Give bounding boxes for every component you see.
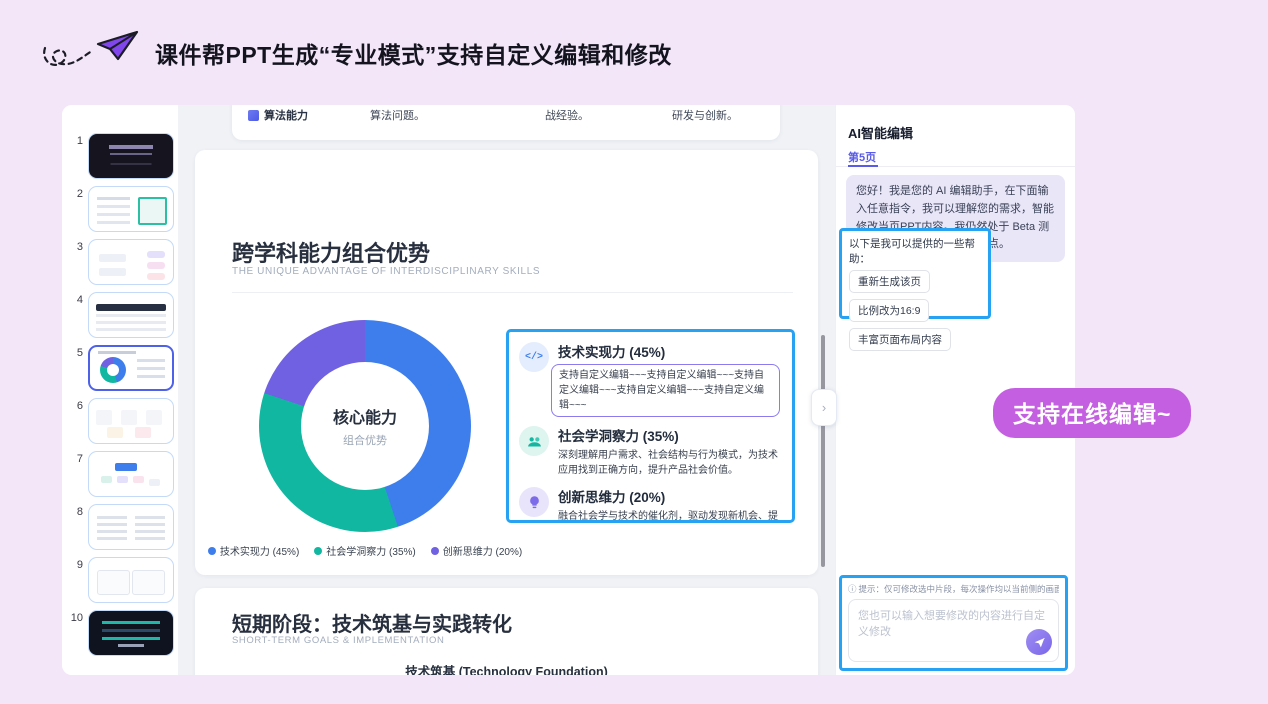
legend-dot	[314, 547, 322, 555]
compose-highlight-box: ⓘ提示：仅可修改选中片段，每次操作均以当前侧的画面为基础。	[839, 575, 1068, 671]
donut-chart: 核心能力 组合优势	[259, 320, 471, 532]
algorithm-icon	[248, 110, 259, 121]
slide-number: 6	[70, 398, 83, 444]
legend-dot	[208, 547, 216, 555]
slide-title: 短期阶段：技术筑基与实践转化	[232, 608, 512, 637]
brand-paper-plane-logo-icon	[38, 22, 148, 80]
code-icon: </>	[519, 342, 549, 372]
slide-thumb-preview[interactable]	[88, 451, 174, 497]
slide-thumbnail-2[interactable]: 2	[70, 186, 178, 232]
slide-thumb-preview[interactable]	[88, 186, 174, 232]
slide-canvas: 算法能力 算法问题。 战经验。 研发与创新。 跨学科能力组合优势 THE UNI…	[178, 105, 835, 675]
slide-thumbnail-10[interactable]: 10	[70, 610, 178, 656]
slide-thumbnail-5-selected[interactable]: 5	[70, 345, 178, 391]
capability-item-innovation: 创新思维力 (20%) 融合社会学与技术的催化剂，驱动发现新机会、提出颠覆性解决…	[519, 486, 780, 523]
edit-hint: ⓘ提示：仅可修改选中片段，每次操作均以当前侧的画面为基础。	[848, 583, 1059, 595]
row-cell: 研发与创新。	[672, 107, 738, 123]
slide-thumbnail-6[interactable]: 6	[70, 398, 178, 444]
slide-6-content: 短期阶段：技术筑基与实践转化 SHORT-TERM GOALS & IMPLEM…	[195, 588, 818, 675]
section-heading: 技术筑基 (Technology Foundation)	[195, 661, 818, 675]
slide-thumb-preview[interactable]	[88, 398, 174, 444]
slide-thumb-preview[interactable]	[88, 610, 174, 656]
donut-center-title: 核心能力	[333, 404, 397, 428]
ai-panel-title: AI智能编辑	[848, 123, 913, 142]
slide-thumbnail-3[interactable]: 3	[70, 239, 178, 285]
capability-item-sociology: 社会学洞察力 (35%) 深刻理解用户需求、社会结构与行为模式，为技术应用找到正…	[519, 425, 780, 478]
slide-thumbnail-1[interactable]: 1	[70, 133, 178, 179]
slide-thumbnail-9[interactable]: 9	[70, 557, 178, 603]
slide-number: 8	[70, 504, 83, 550]
row-label: 算法能力	[264, 107, 308, 123]
chart-legend: 技术实现力 (45%) 社会学洞察力 (35%) 创新思维力 (20%)	[209, 543, 521, 558]
instruction-input-wrap	[848, 599, 1059, 662]
legend-item: 技术实现力 (45%)	[208, 543, 299, 558]
row-cell: 战经验。	[545, 107, 589, 123]
capability-list-highlight-box: </> 技术实现力 (45%) 支持自定义编辑~~~支持自定义编辑~~~支持自定…	[506, 329, 795, 523]
online-edit-badge: 支持在线编辑~	[993, 388, 1191, 438]
row-cell: 算法问题。	[370, 107, 425, 123]
slide-number: 9	[70, 557, 83, 603]
slide-thumb-preview[interactable]	[88, 504, 174, 550]
help-option-enrich-layout-button[interactable]: 丰富页面布局内容	[849, 328, 951, 351]
slide-number: 3	[70, 239, 83, 285]
tab-page-5[interactable]: 第5页	[848, 149, 876, 165]
slide-thumbnail-4[interactable]: 4	[70, 292, 178, 338]
donut-center-sub: 组合优势	[343, 432, 387, 448]
legend-label: 技术实现力 (45%)	[220, 543, 299, 558]
capability-desc: 融合社会学与技术的催化剂，驱动发现新机会、提出颠覆性解决方案，形成独特竞争力。	[558, 509, 780, 523]
slide-number: 10	[70, 610, 83, 656]
help-option-regenerate-button[interactable]: 重新生成该页	[849, 270, 930, 293]
send-button[interactable]	[1026, 629, 1052, 655]
slide-number: 7	[70, 451, 83, 497]
paper-plane-icon	[1033, 636, 1046, 649]
slide-subtitle: SHORT-TERM GOALS & IMPLEMENTATION	[232, 635, 444, 646]
slide-thumbnail-8[interactable]: 8	[70, 504, 178, 550]
slide-subtitle: THE UNIQUE ADVANTAGE OF INTERDISCIPLINAR…	[232, 266, 540, 277]
capability-desc: 深刻理解用户需求、社会结构与行为模式，为技术应用找到正确方向，提升产品社会价值。	[558, 448, 780, 478]
slide-title: 跨学科能力组合优势	[232, 236, 430, 268]
page: 课件帮PPT生成“专业模式”支持自定义编辑和修改 1 2 3 4 5 6 7 8…	[0, 0, 1268, 704]
slide-thumb-preview[interactable]	[88, 345, 174, 391]
slide-number: 1	[70, 133, 83, 179]
info-icon: ⓘ	[848, 584, 857, 594]
slide-number: 5	[70, 345, 83, 391]
legend-item: 社会学洞察力 (35%)	[314, 543, 415, 558]
slide-thumbnail-7[interactable]: 7	[70, 451, 178, 497]
divider	[232, 292, 793, 293]
help-options-highlight-box: 以下是我可以提供的一些帮助： 重新生成该页 比例改为16:9 丰富页面布局内容	[839, 228, 991, 319]
slide-thumbnail-sidebar: 1 2 3 4 5 6 7 8 9 10	[62, 105, 178, 675]
slide-thumb-preview[interactable]	[88, 557, 174, 603]
lightbulb-icon	[519, 487, 549, 517]
slide-thumb-preview[interactable]	[88, 292, 174, 338]
canvas-scrollbar-thumb[interactable]	[821, 335, 825, 567]
chevron-right-icon: ›	[822, 400, 826, 415]
page-title: 课件帮PPT生成“专业模式”支持自定义编辑和修改	[155, 36, 672, 70]
legend-item: 创新思维力 (20%)	[431, 543, 522, 558]
active-tab-underline	[848, 165, 878, 167]
help-label: 以下是我可以提供的一些帮助：	[849, 236, 981, 266]
slide-5-content: 跨学科能力组合优势 THE UNIQUE ADVANTAGE OF INTERD…	[195, 150, 818, 575]
capability-desc-editable[interactable]: 支持自定义编辑~~~支持自定义编辑~~~支持自定义编辑~~~支持自定义编辑~~~…	[551, 364, 780, 417]
slide-number: 4	[70, 292, 83, 338]
legend-label: 社会学洞察力 (35%)	[326, 543, 415, 558]
legend-label: 创新思维力 (20%)	[443, 543, 522, 558]
instruction-input[interactable]	[849, 600, 1058, 661]
table-row-card: 算法能力 算法问题。 战经验。 研发与创新。	[232, 105, 780, 140]
mini-donut-chart	[100, 357, 126, 383]
slide-thumb-preview[interactable]	[88, 239, 174, 285]
panel-expand-handle[interactable]: ›	[811, 389, 837, 426]
slide-number: 2	[70, 186, 83, 232]
help-option-ratio-button[interactable]: 比例改为16:9	[849, 299, 929, 322]
app-window: 1 2 3 4 5 6 7 8 9 10 算法能力 算法问题。 战经验。 研发与…	[62, 105, 1075, 675]
capability-title: 社会学洞察力 (35%)	[558, 425, 780, 445]
legend-dot	[431, 547, 439, 555]
hint-text: 提示：仅可修改选中片段，每次操作均以当前侧的画面为基础。	[859, 584, 1059, 594]
donut-center: 核心能力 组合优势	[301, 362, 429, 490]
capability-item-tech: </> 技术实现力 (45%) 支持自定义编辑~~~支持自定义编辑~~~支持自定…	[519, 341, 780, 417]
table-row: 算法能力 算法问题。 战经验。 研发与创新。	[232, 107, 780, 123]
capability-title: 技术实现力 (45%)	[558, 341, 780, 361]
people-icon	[519, 426, 549, 456]
slide-thumb-preview[interactable]	[88, 133, 174, 179]
capability-title: 创新思维力 (20%)	[558, 486, 780, 506]
